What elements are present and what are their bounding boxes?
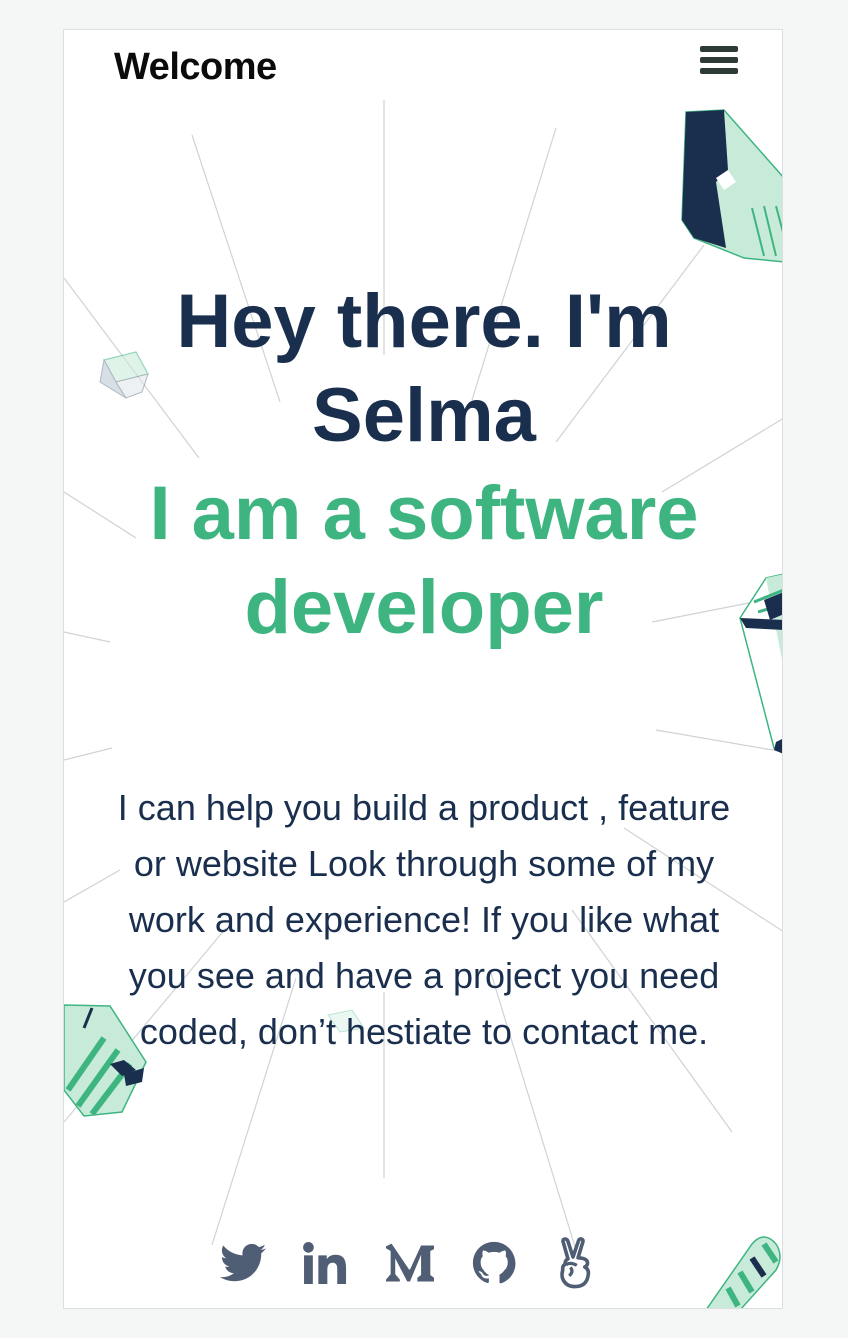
linkedin-icon [303,1242,347,1284]
page-frame: Welcome Hey there. I'm Selma I am a soft… [63,29,783,1309]
page-title: Welcome [114,46,277,88]
hamburger-icon [700,46,738,52]
social-links [64,1237,782,1294]
hero-role: I am a software developer [149,471,699,650]
medium-link[interactable] [386,1238,434,1288]
twitter-icon [220,1243,266,1282]
hamburger-menu-button[interactable] [700,46,738,78]
intro-text: I can help you build a product , feature… [117,787,731,1052]
linkedin-link[interactable] [302,1238,350,1288]
crystal-top-right [681,109,782,263]
twitter-link[interactable] [219,1238,267,1288]
github-link[interactable] [470,1238,518,1288]
angellist-link[interactable] [552,1237,600,1289]
github-icon [472,1241,516,1284]
hero-greeting: Hey there. I'm Selma [176,279,672,458]
medium-icon [386,1243,434,1282]
angellist-icon [560,1237,591,1289]
background-decoration [64,100,782,1308]
